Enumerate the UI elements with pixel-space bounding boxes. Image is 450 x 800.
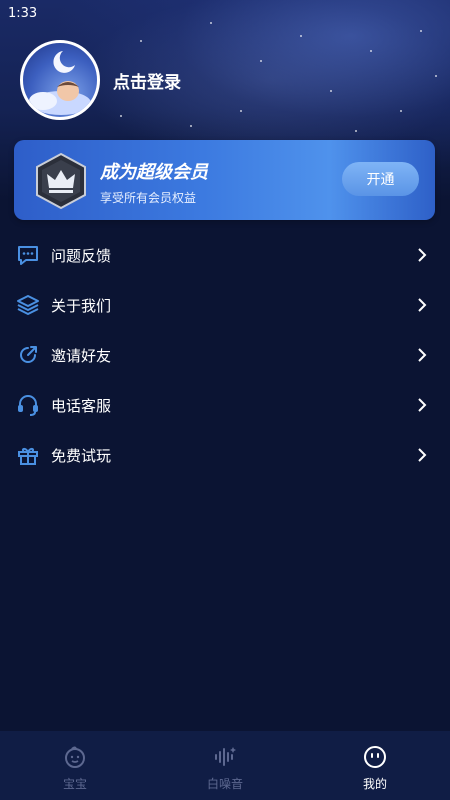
menu-item-free-trial[interactable]: 免费试玩 xyxy=(0,430,450,480)
vip-title: 成为超级会员 xyxy=(100,162,208,183)
menu-item-invite[interactable]: 邀请好友 xyxy=(0,330,450,380)
menu-item-feedback[interactable]: 问题反馈 xyxy=(0,230,450,280)
open-vip-button[interactable]: 开通 xyxy=(342,162,419,196)
menu-label: 关于我们 xyxy=(51,297,112,315)
baby-face-icon xyxy=(65,746,85,768)
vip-card[interactable]: 成为超级会员 享受所有会员权益 开通 xyxy=(14,140,435,220)
menu-label: 邀请好友 xyxy=(51,347,112,365)
sound-wave-icon xyxy=(215,747,236,766)
menu-item-about[interactable]: 关于我们 xyxy=(0,280,450,330)
avatar[interactable] xyxy=(20,40,100,120)
vip-subtitle: 享受所有会员权益 xyxy=(100,191,197,205)
menu-label: 免费试玩 xyxy=(51,447,112,465)
message-icon xyxy=(18,246,38,265)
menu-label: 电话客服 xyxy=(51,397,112,415)
tab-baby[interactable]: 宝宝 xyxy=(0,731,150,800)
status-time: 1:33 xyxy=(8,5,38,21)
settings-menu: 问题反馈 关于我们 邀请好友 电话客服 免费试玩 xyxy=(0,230,450,480)
headset-icon xyxy=(18,395,38,416)
chevron-right-icon xyxy=(418,298,427,312)
login-prompt[interactable]: 点击登录 xyxy=(113,68,181,93)
tab-label: 宝宝 xyxy=(62,777,87,791)
gift-icon xyxy=(18,448,38,465)
smiley-icon xyxy=(364,746,386,768)
menu-item-customer-service[interactable]: 电话客服 xyxy=(0,380,450,430)
chevron-right-icon xyxy=(418,448,427,462)
share-icon xyxy=(20,346,37,363)
menu-label: 问题反馈 xyxy=(51,247,112,265)
chevron-right-icon xyxy=(418,398,427,412)
tab-label: 我的 xyxy=(362,777,387,791)
layers-icon xyxy=(17,295,39,315)
chevron-right-icon xyxy=(418,248,427,262)
chevron-right-icon xyxy=(418,348,427,362)
crown-icon xyxy=(36,152,86,210)
bottom-tab-bar: 宝宝 白噪音 我的 xyxy=(0,731,450,800)
tab-white-noise[interactable]: 白噪音 xyxy=(150,731,300,800)
status-bar: 1:33 xyxy=(0,0,450,26)
tab-label: 白噪音 xyxy=(206,777,243,791)
tab-mine[interactable]: 我的 xyxy=(300,731,450,800)
